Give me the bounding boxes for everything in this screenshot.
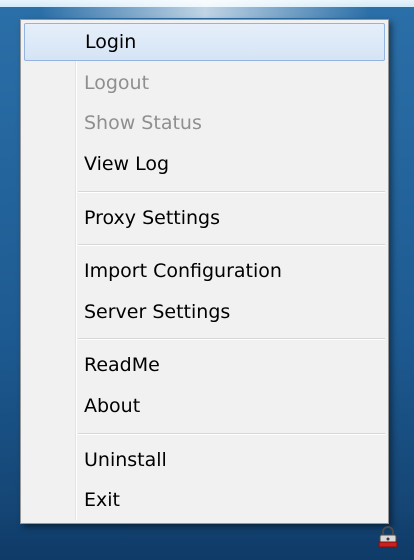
- menu-item-logout[interactable]: Logout: [24, 64, 385, 102]
- menu-separator: [78, 191, 385, 193]
- menu-item-label: Uninstall: [84, 449, 167, 471]
- menu-item-label: ReadMe: [84, 354, 160, 376]
- menu-item-label: Login: [85, 31, 137, 53]
- menu-item-label: Server Settings: [84, 301, 231, 323]
- menu-item-uninstall[interactable]: Uninstall: [24, 441, 385, 479]
- menu-item-login[interactable]: Login: [24, 23, 385, 61]
- menu-separator: [78, 433, 385, 435]
- lock-icon[interactable]: [376, 526, 400, 550]
- menu-separator: [78, 244, 385, 246]
- menu-item-import-configuration[interactable]: Import Configuration: [24, 252, 385, 290]
- menu-item-server-settings[interactable]: Server Settings: [24, 293, 385, 331]
- desktop-highlight: [40, 0, 370, 18]
- menu-item-label: Import Configuration: [84, 260, 282, 282]
- menu-item-label: About: [84, 395, 141, 417]
- menu-item-about[interactable]: About: [24, 387, 385, 425]
- menu-separator: [78, 338, 385, 340]
- context-menu: Login Logout Show Status View Log Proxy …: [20, 19, 389, 524]
- menu-item-label: Show Status: [84, 112, 202, 134]
- menu-item-show-status[interactable]: Show Status: [24, 104, 385, 142]
- menu-item-label: Exit: [84, 489, 120, 511]
- menu-item-exit[interactable]: Exit: [24, 481, 385, 519]
- menu-item-label: Proxy Settings: [84, 207, 221, 229]
- menu-item-readme[interactable]: ReadMe: [24, 346, 385, 384]
- menu-item-label: Logout: [84, 72, 150, 94]
- menu-item-proxy-settings[interactable]: Proxy Settings: [24, 199, 385, 237]
- menu-item-label: View Log: [84, 153, 170, 175]
- menu-item-view-log[interactable]: View Log: [24, 145, 385, 183]
